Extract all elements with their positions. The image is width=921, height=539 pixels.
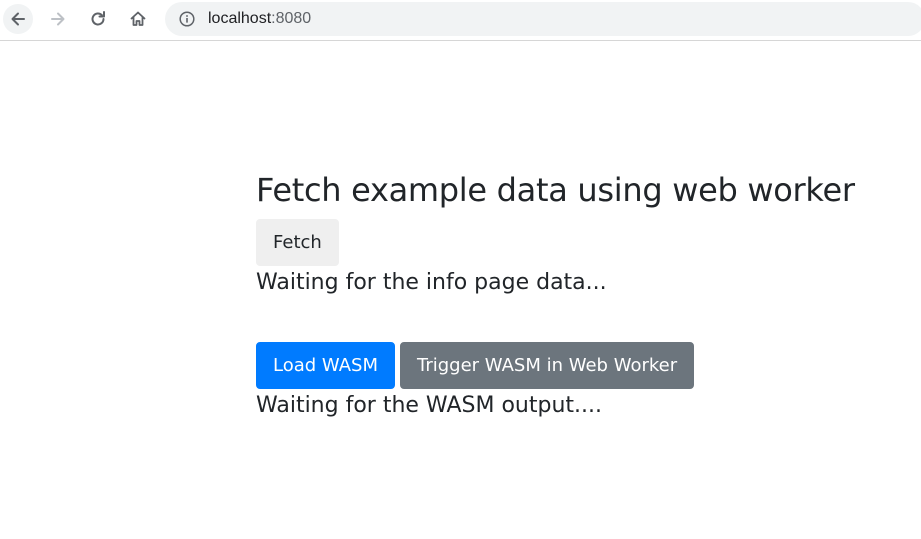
wasm-status-text: Waiting for the WASM output.... <box>256 393 602 418</box>
info-icon[interactable] <box>179 11 195 27</box>
reload-icon <box>91 11 105 26</box>
forward-arrow-icon <box>51 12 65 26</box>
load-wasm-button[interactable]: Load WASM <box>256 342 395 389</box>
back-button[interactable] <box>3 4 33 34</box>
wasm-button-row: Load WASM Trigger WASM in Web Worker <box>256 342 906 389</box>
page-title: Fetch example data using web worker <box>256 171 855 209</box>
forward-button[interactable] <box>43 4 73 34</box>
url-host: localhost <box>208 10 272 27</box>
browser-toolbar: localhost:8080 <box>0 0 921 41</box>
url-text[interactable]: localhost:8080 <box>208 9 311 29</box>
url-port: :8080 <box>271 10 312 27</box>
reload-button[interactable] <box>83 4 113 34</box>
main-content: Fetch example data using web worker Fetc… <box>256 165 906 423</box>
home-icon <box>130 11 146 26</box>
back-arrow-icon <box>11 12 25 26</box>
home-button[interactable] <box>123 4 153 34</box>
fetch-status-text: Waiting for the info page data... <box>256 270 607 295</box>
trigger-wasm-button[interactable]: Trigger WASM in Web Worker <box>400 342 695 389</box>
address-bar[interactable]: localhost:8080 <box>165 2 921 36</box>
fetch-button[interactable]: Fetch <box>256 219 339 266</box>
